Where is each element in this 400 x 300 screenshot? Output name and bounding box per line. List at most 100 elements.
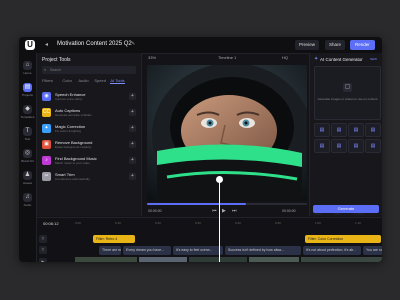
tab-speed[interactable]: Speed xyxy=(94,78,106,83)
video-track-icon: ▶ xyxy=(39,258,47,262)
ruler-tick: 0:10 xyxy=(115,221,121,225)
text-clip[interactable]: You are not alone in... xyxy=(363,246,382,255)
video-track[interactable] xyxy=(75,256,382,262)
text-clip[interactable]: There are m... xyxy=(99,246,121,255)
tool-item[interactable]: ✦ Magic Correction Fix colors & lighting + xyxy=(42,123,136,136)
text-clip[interactable]: It's easy to feel overw... xyxy=(173,246,223,255)
next-icon[interactable]: ⏭ xyxy=(232,208,237,214)
prev-icon[interactable]: ⏮ xyxy=(212,208,217,214)
nav-item-brand-kit[interactable]: ◎ Brand Kit xyxy=(19,149,36,163)
ruler-tick: 1:10 xyxy=(355,221,361,225)
tools-tabs: Filters Color Audio Speed AI Tools xyxy=(42,78,138,85)
zoom-level[interactable]: 33% xyxy=(148,55,156,60)
scrubber-progress xyxy=(147,203,247,205)
ai-option-icon[interactable]: ▤ xyxy=(314,139,330,153)
generate-hint: Generate images or videos to use on cont… xyxy=(317,97,378,101)
nav-label: Audio xyxy=(23,203,32,207)
ai-option-icon[interactable]: ▤ xyxy=(314,123,330,137)
tool-icon: ♪ xyxy=(42,156,51,165)
text-clip[interactable]: Every dream you have... xyxy=(123,246,171,255)
nav-item-home[interactable]: ⌂ Home xyxy=(19,61,36,75)
tab-color[interactable]: Color xyxy=(62,78,72,83)
time-ruler[interactable]: 0:00 0:10 0:20 0:30 0:40 0:50 1:00 1:10 xyxy=(75,221,380,226)
add-icon[interactable]: + xyxy=(129,93,136,100)
ruler-tick: 0:30 xyxy=(195,221,201,225)
filter-clip[interactable]: Filter: Color Correction xyxy=(305,235,381,243)
ai-option-icon[interactable]: ▤ xyxy=(365,123,381,137)
playhead[interactable] xyxy=(219,178,220,262)
ai-option-icon[interactable]: ▤ xyxy=(331,139,347,153)
tool-item[interactable]: ▣ Remove Background Erase background insta… xyxy=(42,139,136,152)
tool-description: Improve voice clarity xyxy=(55,97,83,101)
search-placeholder: Search xyxy=(50,68,62,72)
scrubber[interactable] xyxy=(147,203,307,205)
tool-icon: ✂ xyxy=(42,172,51,181)
ruler-tick: 0:40 xyxy=(235,221,241,225)
nav-label: Projects xyxy=(22,93,33,97)
share-button[interactable]: Share xyxy=(325,40,346,50)
text-clip[interactable]: Success isn't defined by how alwa... xyxy=(225,246,301,255)
ai-option-icon[interactable]: ▤ xyxy=(348,123,364,137)
top-bar: U ◂ Motivation Content 2025 Q2 ✎ Preview… xyxy=(19,37,382,54)
tool-item[interactable]: ◉ Speech Enhance Improve voice clarity + xyxy=(42,91,136,104)
tool-item[interactable]: CC Auto Captions Generate accurate subtitl… xyxy=(42,107,136,120)
preview-toolbar: 33% Timeline 1 HQ xyxy=(142,53,306,63)
tool-icon: ✦ xyxy=(42,124,51,133)
text-clip[interactable]: It's not about perfection; it's ab... xyxy=(303,246,361,255)
play-icon[interactable]: ▶ xyxy=(222,208,226,214)
nav-item-audio[interactable]: ♫ Audio xyxy=(19,193,36,207)
image-icon: ▢ xyxy=(343,83,352,92)
tool-description: Fix colors & lighting xyxy=(55,129,82,133)
editor-window: U ◂ Motivation Content 2025 Q2 ✎ Preview… xyxy=(19,37,382,262)
add-icon[interactable]: + xyxy=(129,109,136,116)
ai-option-icon[interactable]: ▤ xyxy=(365,139,381,153)
timeline-select[interactable]: Timeline 1 xyxy=(218,55,236,60)
text-track-icon: T xyxy=(39,235,47,243)
nav-item-text[interactable]: T Text xyxy=(19,127,36,141)
panel-title: Project Tools xyxy=(42,57,71,63)
add-icon[interactable]: + xyxy=(129,141,136,148)
tool-item[interactable]: ✂ Smart Trim Cut silences automatically + xyxy=(42,171,136,184)
tool-description: Cut silences automatically xyxy=(55,177,90,181)
filter-clip[interactable]: Filter: Retro 4 xyxy=(93,235,135,243)
generate-dropzone[interactable]: ▢ Generate images or videos to use on co… xyxy=(314,66,381,120)
preview-button[interactable]: Preview xyxy=(295,40,320,50)
edit-icon[interactable]: ✎ xyxy=(131,41,135,47)
tool-description: Generate accurate subtitles xyxy=(55,113,92,117)
ai-panel-title: AI Content Generator xyxy=(320,57,363,62)
ai-option-icon[interactable]: ▤ xyxy=(348,139,364,153)
back-icon[interactable]: ◂ xyxy=(45,41,48,48)
project-title[interactable]: Motivation Content 2025 Q2 xyxy=(57,41,132,47)
nav-item-templates[interactable]: ◆ Templates xyxy=(19,105,36,119)
quality-select[interactable]: HQ xyxy=(282,55,288,60)
templates-icon: ◆ xyxy=(23,105,32,114)
ruler-tick: 0:20 xyxy=(155,221,161,225)
folder-icon: ▤ xyxy=(23,83,32,92)
transport-bar: 00:00:00 ⏮ ▶ ⏭ 00:00:00 xyxy=(142,208,306,216)
caption-track-icon: T xyxy=(39,246,47,254)
nav-item-projects[interactable]: ▤ Projects xyxy=(19,83,36,97)
tool-description: Erase background instantly xyxy=(55,145,92,149)
nav-label: Home xyxy=(23,71,32,75)
timeline-timecode: 00:06:12 xyxy=(43,221,59,226)
add-icon[interactable]: + xyxy=(129,157,136,164)
tool-item[interactable]: ♪ Find Background Music Match music to you… xyxy=(42,155,136,168)
add-icon[interactable]: + xyxy=(129,125,136,132)
search-input[interactable]: ⌕ Search xyxy=(42,66,136,74)
tool-description: Match music to your video xyxy=(55,161,90,165)
total-time: 00:00:00 xyxy=(282,209,296,213)
video-preview[interactable] xyxy=(147,65,307,201)
add-icon[interactable]: + xyxy=(129,173,136,180)
tab-ai-tools[interactable]: AI Tools xyxy=(110,78,125,84)
playhead-handle[interactable] xyxy=(216,176,223,183)
text-icon: T xyxy=(23,127,32,136)
render-button[interactable]: Render xyxy=(350,40,375,50)
nav-item-assets[interactable]: ♟ Assets xyxy=(19,171,36,185)
generate-button[interactable]: Generate xyxy=(313,205,379,213)
tab-filters[interactable]: Filters xyxy=(42,78,53,83)
ai-generator-panel: ✦ AI Content Generator NEW ▢ Generate im… xyxy=(309,53,382,216)
tab-audio[interactable]: Audio xyxy=(78,78,88,83)
brand-kit-icon: ◎ xyxy=(23,149,32,158)
current-time: 00:00:00 xyxy=(148,209,162,213)
ai-option-icon[interactable]: ▤ xyxy=(331,123,347,137)
